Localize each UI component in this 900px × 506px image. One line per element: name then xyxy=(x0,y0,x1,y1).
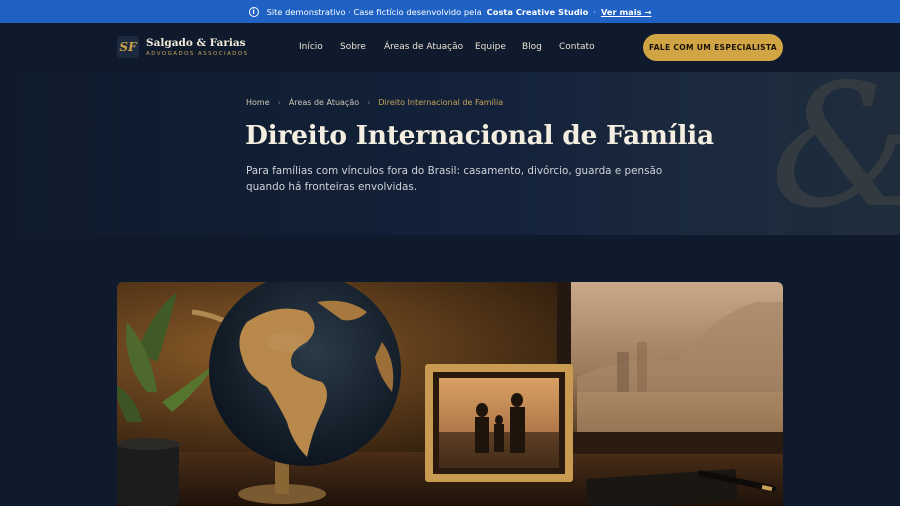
breadcrumb-home[interactable]: Home xyxy=(246,98,270,107)
nav-item-blog[interactable]: Blog xyxy=(522,42,542,52)
brand-logo-icon[interactable]: SF xyxy=(117,36,139,58)
banner-text: Site demonstrativo · Case fictício desen… xyxy=(266,6,482,17)
info-icon: i xyxy=(248,6,259,17)
contact-specialist-button[interactable]: FALE COM UM ESPECIALISTA xyxy=(643,34,783,61)
nav-item-areas-de-atuacao[interactable]: Áreas de Atuação xyxy=(384,42,463,52)
banner-studio-name: Costa Creative Studio xyxy=(486,6,589,17)
banner-more-link[interactable]: Ver mais → xyxy=(601,7,651,17)
banner-separator: · xyxy=(593,6,596,17)
ampersand-decoration: & xyxy=(770,72,900,232)
breadcrumb-current: Direito Internacional de Família xyxy=(378,98,504,107)
page-title: Direito Internacional de Família xyxy=(245,120,714,151)
nav-item-sobre[interactable]: Sobre xyxy=(340,42,366,52)
brand-name[interactable]: Salgado & Farias xyxy=(146,37,246,49)
nav-item-inicio[interactable]: Início xyxy=(299,42,323,52)
chevron-right-icon: › xyxy=(367,98,371,107)
breadcrumb-section[interactable]: Áreas de Atuação xyxy=(289,98,359,107)
globe-frame-desk-photo xyxy=(117,282,783,506)
nav-item-contato[interactable]: Contato xyxy=(559,42,595,52)
chevron-right-icon: › xyxy=(277,98,281,107)
site-header: SF Salgado & Farias ADVOGADOS ASSOCIADOS… xyxy=(0,23,900,72)
breadcrumb: Home › Áreas de Atuação › Direito Intern… xyxy=(246,98,503,107)
brand-subtitle: ADVOGADOS ASSOCIADOS xyxy=(146,51,249,57)
page-description: Para famílias com vínculos fora do Brasi… xyxy=(246,165,663,193)
page-hero: & Home › Áreas de Atuação › Direito Inte… xyxy=(0,72,900,235)
hero-photo xyxy=(117,282,783,506)
demo-banner: i Site demonstrativo · Case fictício des… xyxy=(0,0,900,23)
nav-item-equipe[interactable]: Equipe xyxy=(475,42,506,52)
